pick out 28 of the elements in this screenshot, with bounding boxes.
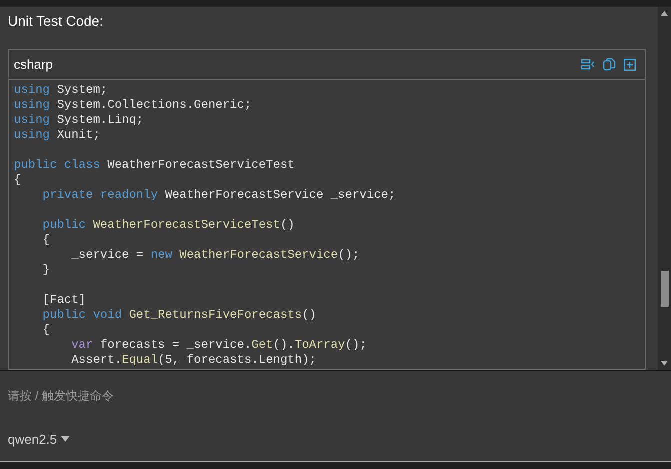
code-line: {	[42, 323, 50, 338]
scrollbar[interactable]	[658, 7, 671, 370]
scrollbar-thumb[interactable]	[660, 270, 668, 306]
code-line: }	[42, 263, 50, 278]
code-line: {	[14, 173, 22, 188]
code-line: public WeatherForecastServiceTest()	[42, 218, 295, 233]
code-line: public class WeatherForecastServiceTest	[14, 158, 295, 173]
scroll-up-icon[interactable]	[661, 11, 668, 16]
code-line: using System.Linq;	[14, 113, 144, 128]
code-line: public void Get_ReturnsFiveForecasts()	[42, 308, 316, 323]
code-line: using System;	[14, 83, 108, 98]
code-line: using Xunit;	[14, 128, 100, 143]
code-language: csharp	[14, 56, 54, 74]
scroll-down-icon[interactable]	[661, 361, 668, 366]
section-title: Unit Test Code:	[7, 12, 104, 31]
code-line: _service = new WeatherForecastService();	[70, 248, 360, 263]
code-line: Assert.Equal(5, forecasts.Length);	[70, 353, 316, 368]
insert-icon[interactable]	[624, 58, 636, 70]
code-line: using System.Collections.Generic;	[14, 98, 252, 113]
code-line: {	[42, 233, 50, 248]
code-line: private readonly WeatherForecastService _service;	[42, 188, 396, 203]
wrap-icon[interactable]	[581, 58, 595, 70]
model-dropdown[interactable]: qwen2.5	[0, 430, 78, 461]
command-input[interactable]: 请按 / 触发快捷命令	[0, 371, 671, 429]
code-line: [Fact]	[42, 293, 86, 308]
code-line: var forecasts = _service.Get().ToArray();	[70, 338, 367, 353]
caret-icon	[61, 436, 70, 442]
copy-icon[interactable]	[603, 58, 616, 71]
